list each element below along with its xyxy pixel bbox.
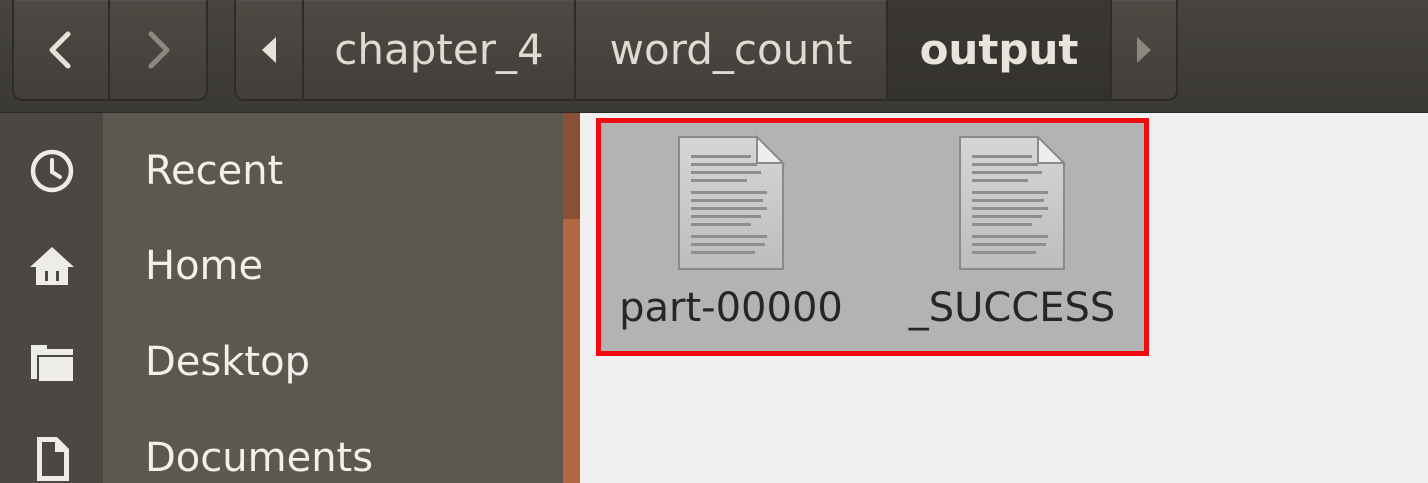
path-scroll-left-button[interactable] (236, 0, 304, 99)
clock-icon (0, 123, 103, 219)
sidebar-item-label: Desktop (145, 339, 310, 385)
sidebar-scrollbar[interactable] (563, 113, 580, 483)
file-item-part-00000[interactable]: part-00000 (611, 133, 851, 353)
text-file-icon (675, 133, 787, 277)
sidebar-item-label: Recent (145, 148, 284, 194)
triangle-left-icon (262, 36, 276, 63)
document-icon (0, 410, 103, 483)
file-name: _SUCCESS (908, 285, 1116, 331)
header-bar: chapter_4 word_count output (0, 0, 1428, 113)
path-scroll-right-button[interactable] (1112, 0, 1176, 99)
navigation-buttons (12, 0, 208, 101)
chevron-left-icon (49, 31, 71, 68)
sidebar-scrollbar-thumb[interactable] (563, 113, 580, 219)
sidebar-item-label: Home (145, 243, 264, 289)
home-icon (0, 218, 103, 314)
file-view: part-00000 _SUCCESS (580, 113, 1428, 483)
forward-button[interactable] (110, 0, 206, 99)
file-item-success[interactable]: _SUCCESS (892, 133, 1132, 353)
triangle-right-icon (1137, 36, 1151, 63)
folder-icon (0, 314, 103, 410)
file-name: part-00000 (619, 285, 843, 331)
sidebar-item-desktop[interactable]: Desktop (0, 314, 563, 410)
sidebar-item-documents[interactable]: Documents (0, 410, 563, 483)
sidebar-item-recent[interactable]: Recent (0, 123, 563, 219)
breadcrumb-chapter-4[interactable]: chapter_4 (304, 0, 576, 99)
breadcrumb-output[interactable]: output (888, 0, 1112, 99)
chevron-right-icon (148, 31, 170, 68)
breadcrumb-word-count[interactable]: word_count (576, 0, 888, 99)
sidebar-item-label: Documents (145, 435, 374, 481)
places-sidebar: Recent Home Desktop Documents (0, 113, 563, 483)
back-button[interactable] (14, 0, 110, 99)
sidebar-item-home[interactable]: Home (0, 218, 563, 314)
text-file-icon (956, 133, 1068, 277)
highlighted-file-selection: part-00000 _SUCCESS (596, 118, 1149, 356)
path-bar: chapter_4 word_count output (234, 0, 1178, 101)
